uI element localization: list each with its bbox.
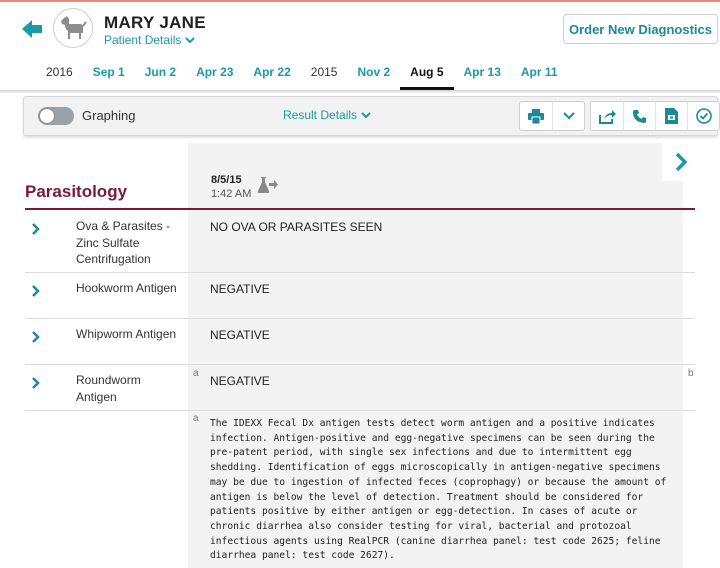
footnote-marker-right: b [688,368,694,379]
order-new-diagnostics-button[interactable]: Order New Diagnostics [563,14,718,44]
result-date: 8/5/15 [211,174,242,186]
lab-flask-icon[interactable] [257,176,279,199]
test-value: NEGATIVE [210,328,270,342]
print-icon [528,108,544,124]
next-column-button[interactable] [662,143,700,181]
toggle-knob [39,108,55,124]
approve-icon [695,108,712,124]
result-time: 1:42 AM [211,188,252,200]
row-divider [25,364,695,365]
action-button-group [590,101,720,131]
phone-icon [633,109,646,123]
table-row[interactable]: Ova & Parasites - Zinc Sulfate Centrifug… [25,218,695,270]
table-row[interactable]: Roundworm Antigen a NEGATIVE b [25,368,695,408]
chevron-down-icon [185,37,196,44]
result-details-dropdown[interactable]: Result Details [283,108,371,122]
section-title: Parasitology [25,182,128,201]
result-details-label: Result Details [283,108,358,122]
print-button[interactable] [520,102,552,130]
patient-details-dropdown[interactable]: Patient Details [104,33,196,47]
row-divider [25,272,695,273]
chevron-right-icon[interactable] [31,377,40,389]
document-button[interactable] [655,102,687,130]
graphing-label: Graphing [82,108,136,123]
tab-date[interactable]: Nov 2 [347,58,400,90]
footnote-text: The IDEXX Fecal Dx antigen tests detect … [210,418,667,562]
tab-date[interactable]: Apr 23 [186,58,243,90]
chevron-right-icon[interactable] [31,223,40,235]
test-name: Hookworm Antigen [76,281,177,295]
tab-date[interactable]: Jun 2 [135,58,186,90]
footnote-marker: a [193,413,199,424]
row-divider [25,318,695,319]
tab-year-2016: 2016 [46,65,73,79]
footnote-marker: a [193,368,199,379]
patient-avatar [53,8,93,48]
test-value: NEGATIVE [210,374,270,388]
test-value: NEGATIVE [210,282,270,296]
chevron-right-icon [675,152,688,172]
graphing-toggle[interactable] [38,107,74,125]
tab-date[interactable]: Apr 13 [454,58,511,90]
chevron-down-icon [562,112,575,120]
table-row[interactable]: Hookworm Antigen NEGATIVE [25,280,695,316]
tab-year-2015: 2015 [310,65,338,79]
patient-name: MARY JANE [104,13,206,32]
approve-button[interactable] [687,102,719,130]
test-name: Ova & Parasites - Zinc Sulfate Centrifug… [76,219,171,266]
row-divider [25,410,695,411]
document-icon [665,108,678,124]
test-name: Roundworm Antigen [76,373,141,404]
top-border [0,0,720,2]
tab-date[interactable]: Apr 22 [243,58,300,90]
chevron-right-icon[interactable] [31,331,40,343]
tab-date[interactable]: Apr 11 [511,58,568,90]
test-value: NO OVA OR PARASITES SEEN [210,220,383,234]
call-button[interactable] [623,102,655,130]
table-row[interactable]: Whipworm Antigen NEGATIVE [25,326,695,362]
date-tabs: 2016 Sep 1 Jun 2 Apr 23 Apr 22 2015 Nov … [36,58,568,90]
print-button-group [519,101,585,131]
back-arrow-icon[interactable] [20,17,44,41]
share-button[interactable] [591,102,623,130]
dog-icon [61,16,87,39]
section-divider [25,208,695,210]
print-options-button[interactable] [552,102,584,130]
header-divider [0,90,720,93]
share-icon [598,109,616,124]
chevron-right-icon[interactable] [31,285,40,297]
test-name: Whipworm Antigen [76,327,177,341]
chevron-down-icon [361,112,371,119]
results-toolbar: Graphing Result Details [23,96,720,136]
tab-date[interactable]: Sep 1 [83,58,135,90]
patient-details-label: Patient Details [104,33,182,47]
tab-date-active[interactable]: Aug 5 [400,58,454,90]
